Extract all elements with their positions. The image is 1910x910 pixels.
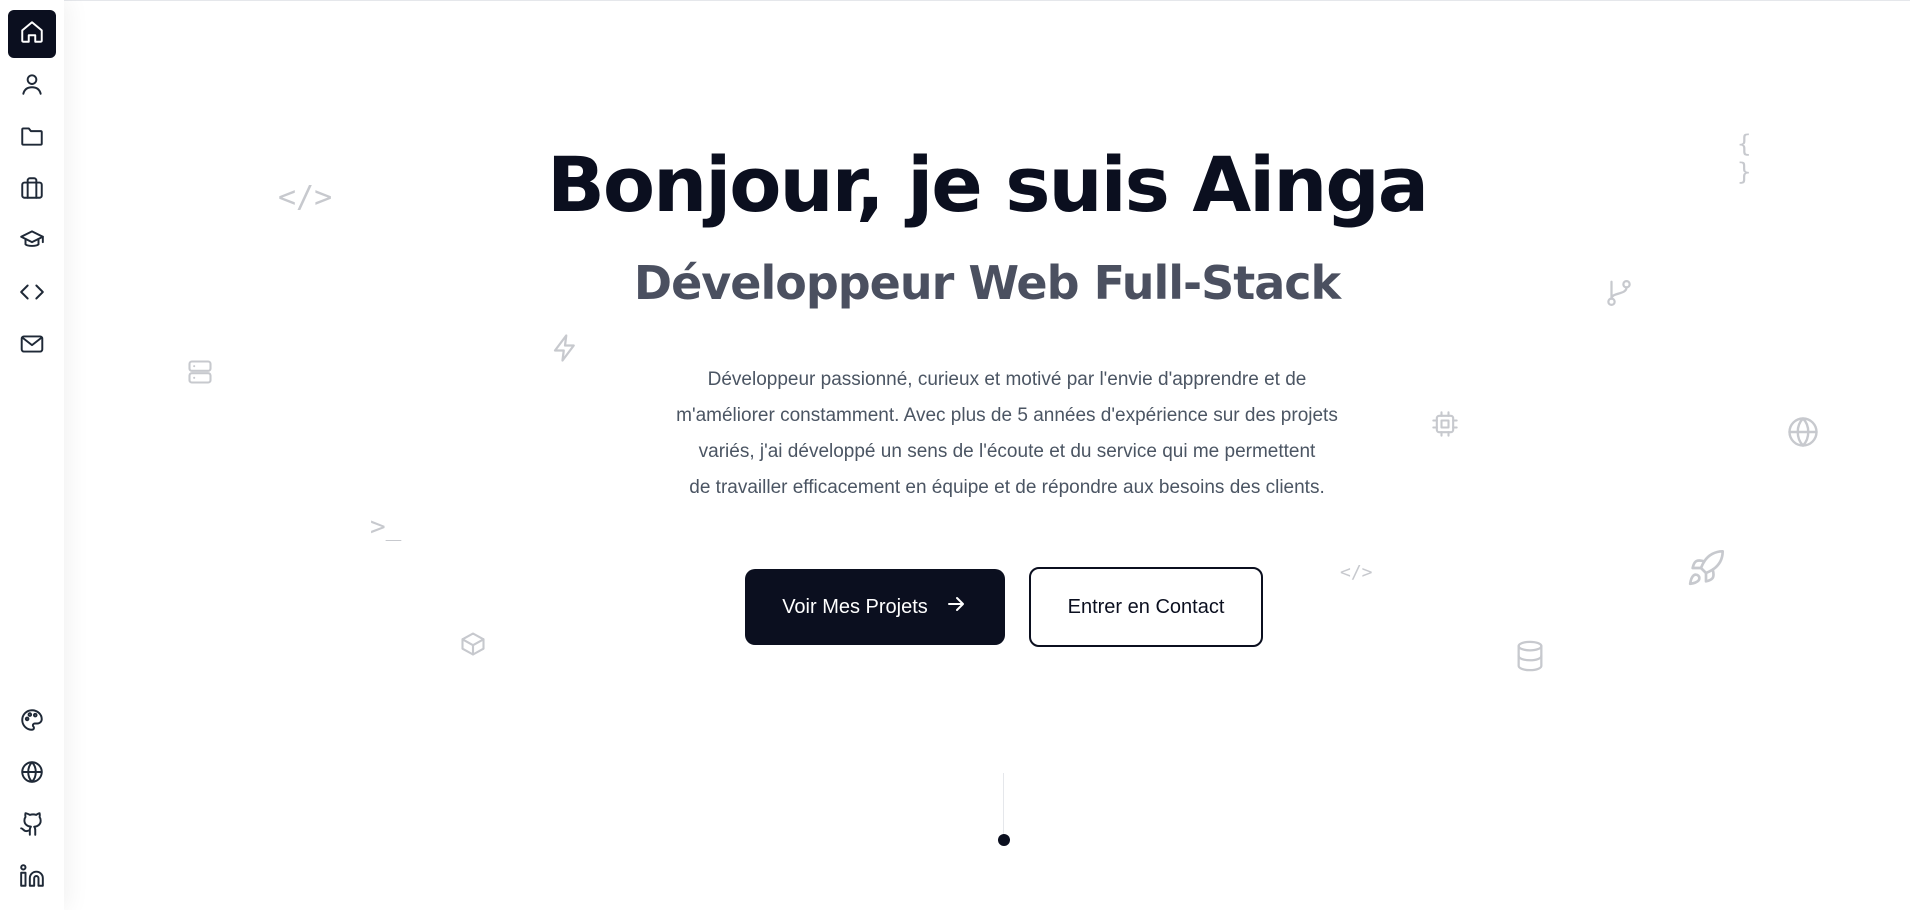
sidebar-item-projects[interactable]: [8, 114, 56, 162]
sidebar-utility-nav: [0, 698, 64, 902]
description-line: de travailler efficacement en équipe et …: [689, 477, 1325, 498]
description-line: variés, j'ai développé un sens de l'écou…: [698, 441, 1316, 462]
github-link[interactable]: [8, 802, 56, 850]
linkedin-icon: [19, 863, 45, 894]
contact-label: Entrer en Contact: [1067, 595, 1225, 618]
globe-decoration-icon: [1785, 414, 1821, 450]
zap-icon: [550, 333, 580, 363]
braces-text: { }: [1737, 130, 1752, 186]
sidebar-item-skills[interactable]: [8, 270, 56, 318]
database-icon: [1513, 638, 1547, 674]
sidebar-main-nav: [0, 10, 64, 370]
cpu-icon: [1431, 410, 1459, 438]
sidebar-item-education[interactable]: [8, 218, 56, 266]
sidebar-item-home[interactable]: [8, 10, 56, 58]
code-icon: [19, 279, 45, 310]
terminal-icon: >_: [370, 512, 402, 542]
sidebar: [0, 0, 64, 910]
description-line: Développeur passionné, curieux et motivé…: [707, 369, 1307, 390]
github-icon: [19, 811, 45, 842]
view-projects-label: Voir Mes Projets: [782, 595, 928, 618]
scroll-indicator-line: [1003, 773, 1004, 835]
folder-icon: [19, 123, 45, 154]
mail-icon: [19, 331, 45, 362]
briefcase-icon: [19, 175, 45, 206]
linkedin-link[interactable]: [8, 854, 56, 902]
git-branch-icon: [1604, 278, 1634, 308]
code-tag-small-decoration: </>: [1340, 562, 1373, 583]
user-icon: [19, 71, 45, 102]
box-icon: [459, 630, 487, 658]
description-line: m'améliorer constamment. Avec plus de 5 …: [676, 405, 1338, 426]
language-button[interactable]: [8, 750, 56, 798]
hero-title: Bonjour, je suis Ainga: [546, 140, 1429, 229]
globe-icon: [19, 759, 45, 790]
sidebar-item-about[interactable]: [8, 62, 56, 110]
graduation-cap-icon: [19, 227, 45, 258]
hero-section: Bonjour, je suis Ainga Développeur Web F…: [64, 0, 1910, 910]
home-icon: [19, 19, 45, 50]
view-projects-button[interactable]: Voir Mes Projets: [745, 569, 1005, 645]
palette-icon: [19, 707, 45, 738]
sidebar-item-experience[interactable]: [8, 166, 56, 214]
sidebar-item-contact[interactable]: [8, 322, 56, 370]
rocket-icon: [1686, 548, 1726, 588]
arrow-right-icon: [944, 592, 968, 622]
scroll-indicator-dot[interactable]: [998, 834, 1010, 846]
code-tag-decoration: </>: [278, 180, 333, 215]
server-icon: [186, 357, 214, 387]
hero-description: Développeur passionné, curieux et motivé…: [647, 362, 1367, 506]
contact-button[interactable]: Entrer en Contact: [1029, 567, 1263, 647]
braces-icon: { }: [1737, 130, 1765, 186]
theme-button[interactable]: [8, 698, 56, 746]
